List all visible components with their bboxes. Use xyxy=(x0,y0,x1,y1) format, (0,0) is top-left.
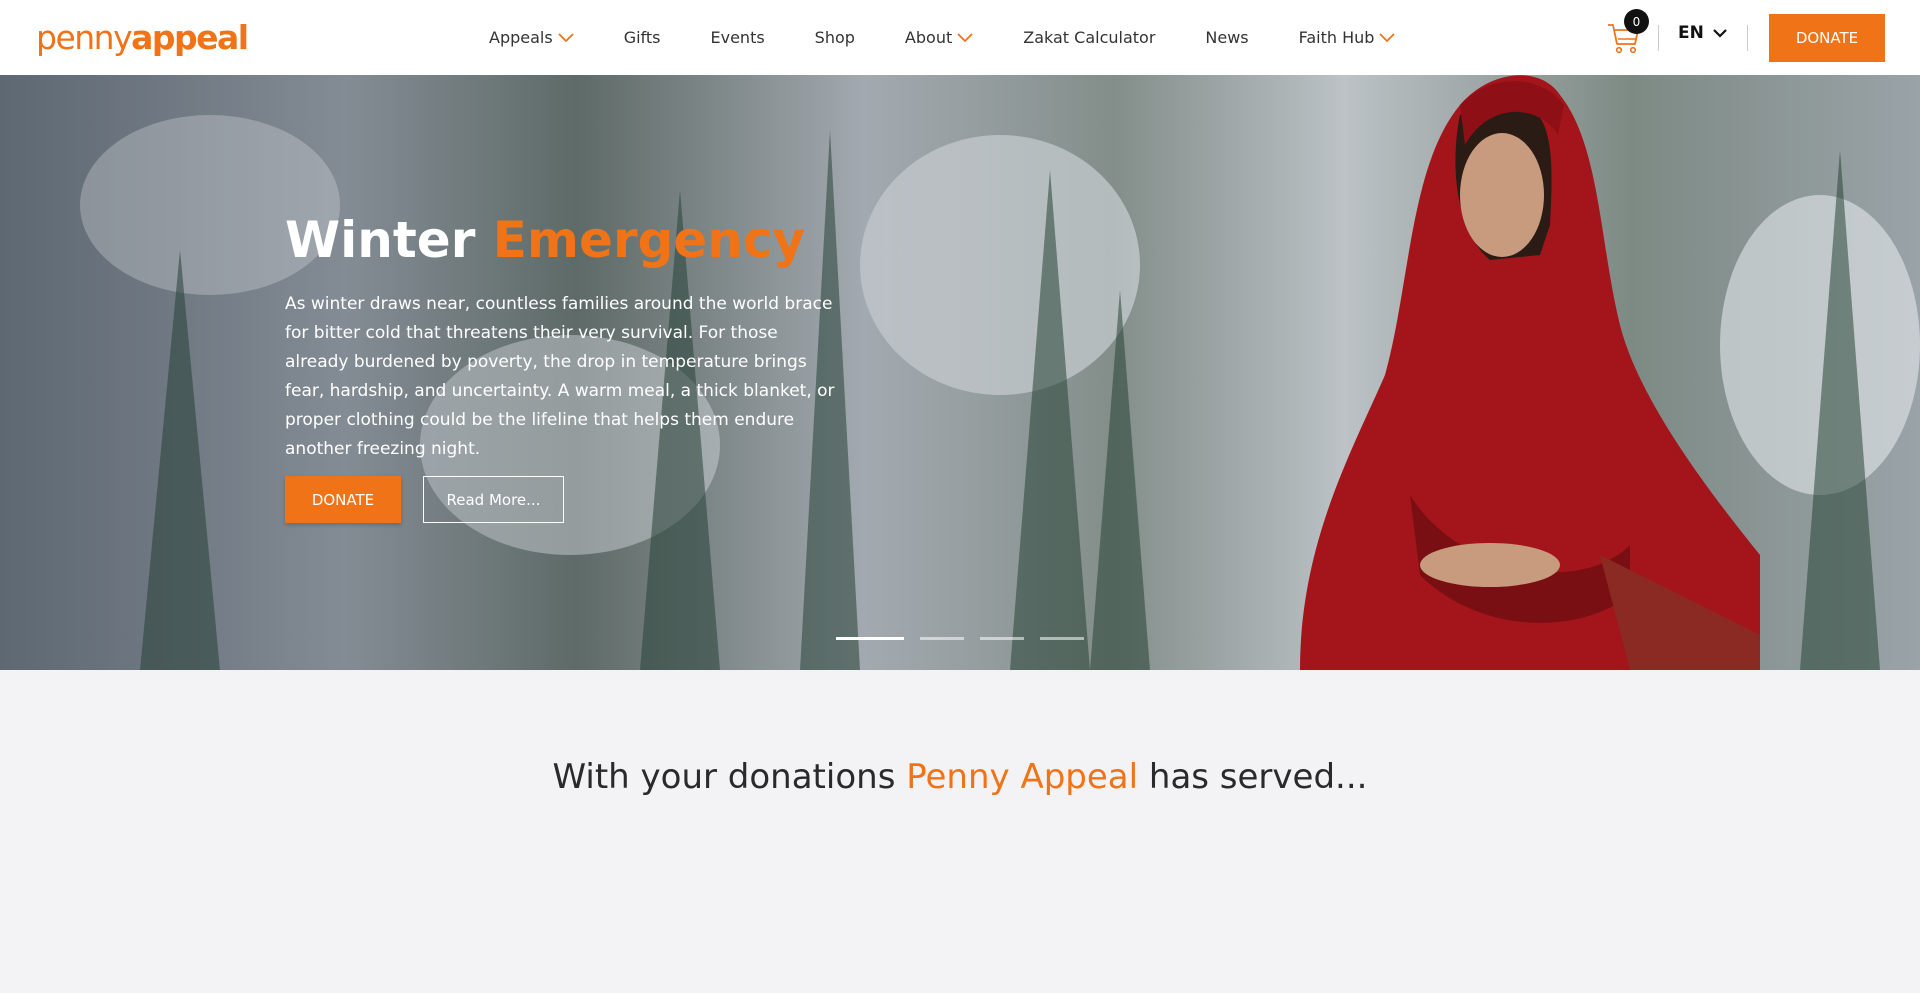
language-selector[interactable]: EN xyxy=(1678,23,1727,43)
carousel-dot[interactable] xyxy=(1040,637,1084,640)
read-more-button[interactable]: Read More... xyxy=(423,476,564,523)
hero-banner: Winter Emergency As winter draws near, c… xyxy=(0,75,1920,670)
hero-content: Winter Emergency As winter draws near, c… xyxy=(285,210,845,523)
site-header: pennyappeal Appeals Gifts Events Shop Ab… xyxy=(0,0,1920,75)
chevron-down-icon xyxy=(558,32,574,42)
hero-donate-button[interactable]: DONATE xyxy=(285,476,401,523)
cart-count-badge: 0 xyxy=(1624,9,1649,34)
nav-item-zakat-calculator[interactable]: Zakat Calculator xyxy=(1023,28,1155,47)
chevron-down-icon xyxy=(957,32,973,42)
nav-item-appeals[interactable]: Appeals xyxy=(489,28,574,47)
chevron-down-icon xyxy=(1713,28,1727,38)
chevron-down-icon xyxy=(1379,32,1396,42)
nav-item-events[interactable]: Events xyxy=(711,28,765,47)
penny-appeal-logo[interactable]: pennyappeal xyxy=(36,18,249,58)
nav-item-news[interactable]: News xyxy=(1205,28,1248,47)
nav-item-about[interactable]: About xyxy=(905,28,973,47)
nav-item-gifts[interactable]: Gifts xyxy=(624,28,661,47)
carousel-dot[interactable] xyxy=(836,637,904,640)
carousel-indicators xyxy=(836,637,1100,640)
nav-item-faith-hub[interactable]: Faith Hub xyxy=(1299,28,1396,47)
divider xyxy=(1658,25,1659,51)
hero-title: Winter Emergency xyxy=(285,211,806,269)
hero-description: As winter draws near, countless families… xyxy=(285,294,835,459)
served-heading: With your donations Penny Appeal has ser… xyxy=(552,757,1368,797)
carousel-dot[interactable] xyxy=(920,637,964,640)
hero-actions: DONATE Read More... xyxy=(285,476,845,523)
carousel-dot[interactable] xyxy=(980,637,1024,640)
donate-button[interactable]: DONATE xyxy=(1769,14,1885,62)
woman-in-red-shawl-image xyxy=(1300,75,1760,670)
main-nav: Appeals Gifts Events Shop About Zakat Ca… xyxy=(489,0,1445,75)
nav-item-shop[interactable]: Shop xyxy=(815,28,855,47)
divider xyxy=(1747,25,1748,51)
